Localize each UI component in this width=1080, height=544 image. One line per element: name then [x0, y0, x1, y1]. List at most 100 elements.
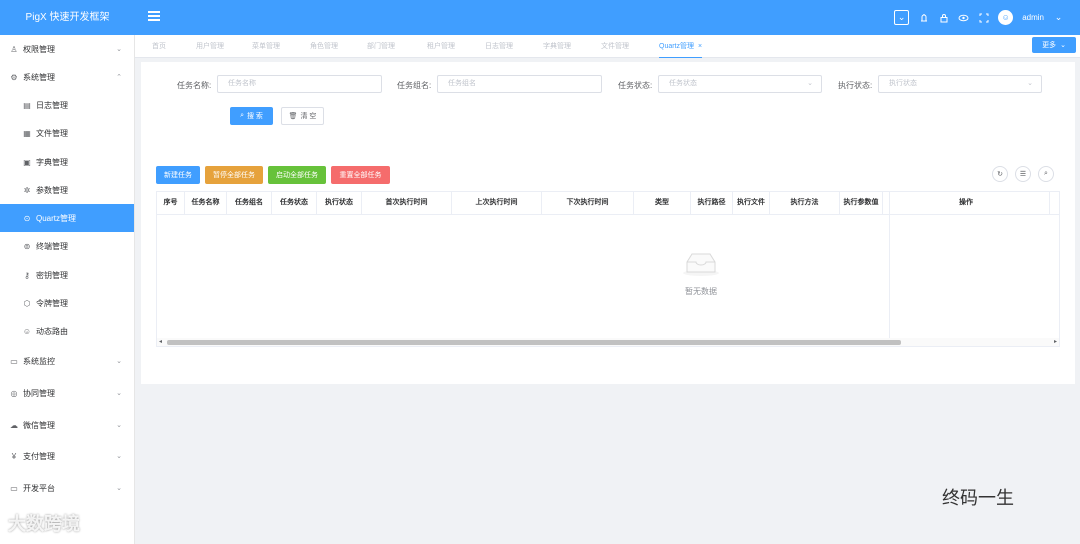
sidebar-item-label: 协同管理 [23, 388, 55, 398]
tab-label: 文件管理 [601, 43, 629, 50]
column-header[interactable]: 操作 [883, 192, 1050, 214]
columns-icon[interactable]: ☰ [1015, 166, 1031, 182]
tab-8[interactable]: 字典管理 [543, 35, 571, 58]
sidebar-item-15[interactable]: ¥ 支付管理 ⌄ [0, 442, 134, 470]
sidebar-item-5[interactable]: ▣ 字典管理 [0, 148, 134, 176]
chevron-down-icon: ⌄ [116, 46, 122, 53]
menu-toggle-icon[interactable] [148, 11, 160, 21]
fullscreen-icon[interactable] [978, 12, 989, 23]
start-all-button[interactable]: 启动全部任务 [268, 166, 326, 184]
chevron-down-icon: ⌄ [116, 453, 122, 460]
eye-icon[interactable] [958, 12, 969, 23]
new-job-button[interactable]: 新建任务 [156, 166, 200, 184]
tab-4[interactable]: 角色管理 [310, 35, 338, 58]
watermark-right: 终码一生 [942, 488, 1014, 508]
sidebar-item-13[interactable]: ◎ 协同管理 ⌄ [0, 379, 134, 407]
sidebar-item-11[interactable]: ☺ 动态路由 [0, 317, 134, 345]
chevron-down-icon: ⌄ [116, 422, 122, 429]
column-header[interactable]: 执行方法 [770, 192, 840, 214]
tab-label: 菜单管理 [252, 43, 280, 50]
column-header[interactable]: 执行参数值 [840, 192, 883, 214]
tab-1[interactable]: 首页 [152, 35, 166, 58]
sidebar-item-label: 微信管理 [23, 420, 55, 430]
job-status-select[interactable]: 任务状态 ⌄ [658, 75, 822, 93]
column-header[interactable]: 执行状态 [317, 192, 362, 214]
job-name-input[interactable]: 任务名称 [217, 75, 382, 93]
chevron-down-icon: ⌄ [116, 358, 122, 365]
sidebar-item-4[interactable]: ▦ 文件管理 [0, 119, 134, 147]
sidebar-item-label: 权限管理 [23, 44, 55, 54]
avatar[interactable]: ☺ [998, 10, 1014, 25]
sidebar-item-3[interactable]: ▤ 日志管理 [0, 91, 134, 119]
search-toggle-icon[interactable]: ⌕ [1038, 166, 1054, 182]
sidebar-item-9[interactable]: ⚷ 密钥管理 [0, 261, 134, 289]
tab-7[interactable]: 日志管理 [485, 35, 513, 58]
user-icon: ♙ [10, 44, 18, 54]
sidebar-item-16[interactable]: ▭ 开发平台 ⌄ [0, 474, 134, 502]
column-header[interactable]: 首次执行时间 [362, 192, 452, 214]
refresh-icon[interactable]: ↻ [992, 166, 1008, 182]
sidebar-item-2[interactable]: ⚙ 系统管理 ⌃ [0, 63, 134, 91]
sidebar-item-14[interactable]: ☁ 微信管理 ⌄ [0, 411, 134, 439]
clear-button-label: 清 空 [300, 113, 317, 120]
sidebar-item-label: 支付管理 [23, 451, 55, 461]
sidebar-item-12[interactable]: ▭ 系统监控 ⌄ [0, 347, 134, 375]
tab-6[interactable]: 租户管理 [427, 35, 455, 58]
job-group-input[interactable]: 任务组名 [437, 75, 602, 93]
lock-icon[interactable] [938, 12, 949, 23]
tab-label: 字典管理 [543, 43, 571, 50]
sidebar-item-10[interactable]: ⬡ 令牌管理 [0, 289, 134, 317]
column-header[interactable]: 执行文件 [733, 192, 770, 214]
close-icon[interactable]: × [698, 43, 702, 50]
sidebar-item-label: Quartz管理 [36, 213, 77, 223]
user-name[interactable]: admin [1022, 13, 1044, 22]
dropdown-toggle-icon[interactable]: ⌄ [894, 10, 910, 25]
clear-button[interactable]: 🗑 清 空 [281, 107, 324, 125]
search-button[interactable]: ⌕ 搜 索 [230, 107, 273, 125]
notification-icon[interactable] [918, 12, 929, 23]
tab-3[interactable]: 菜单管理 [252, 35, 280, 58]
sidebar-item-6[interactable]: ✲ 参数管理 [0, 176, 134, 204]
tab-9[interactable]: 文件管理 [601, 35, 629, 58]
column-header[interactable]: 任务组名 [227, 192, 272, 214]
pause-all-button[interactable]: 暂停全部任务 [205, 166, 263, 184]
tab-label: Quartz管理 [659, 43, 695, 50]
sidebar-item-label: 日志管理 [36, 100, 68, 110]
app-title[interactable]: PigX 快速开发框架 [0, 0, 135, 35]
tab-2[interactable]: 用户管理 [196, 35, 224, 58]
terminal-icon: ⊚ [23, 241, 31, 251]
sidebar-item-label: 字典管理 [36, 157, 68, 167]
sidebar-item-label: 令牌管理 [36, 298, 68, 308]
horizontal-scrollbar[interactable]: ◂ ▸ [157, 338, 1059, 346]
scroll-right-icon[interactable]: ▸ [1054, 338, 1057, 345]
column-header[interactable]: 下次执行时间 [542, 192, 634, 214]
column-header[interactable]: 任务名称 [185, 192, 227, 214]
sidebar-item-1[interactable]: ♙ 权限管理 ⌄ [0, 35, 134, 63]
top-header: PigX 快速开发框架 ⌄ ☺ admin ⌄ [0, 0, 1080, 35]
column-header[interactable]: 执行路径 [691, 192, 733, 214]
chevron-down-icon: ⌄ [1027, 80, 1033, 87]
tab-label: 首页 [152, 43, 166, 50]
exec-status-label: 执行状态: [838, 81, 873, 90]
sidebar-item-8[interactable]: ⊚ 终端管理 [0, 232, 134, 260]
empty-text: 暂无数据 [685, 287, 717, 296]
column-header[interactable]: 类型 [634, 192, 691, 214]
wechat-icon: ☁ [10, 420, 18, 430]
tab-5[interactable]: 部门管理 [367, 35, 395, 58]
chevron-down-icon[interactable]: ⌄ [1053, 12, 1064, 23]
tab-label: 角色管理 [310, 43, 338, 50]
scrollbar-thumb[interactable] [167, 340, 901, 345]
sidebar-item-label: 动态路由 [36, 326, 68, 336]
tab-10[interactable]: Quartz管理 × [659, 35, 703, 58]
sidebar-item-7[interactable]: ⊙ Quartz管理 [0, 204, 134, 232]
column-header[interactable]: 任务状态 [272, 192, 317, 214]
play-circle-icon: ⊙ [23, 213, 31, 223]
trash-icon: 🗑 [288, 113, 298, 120]
jobs-table: 暂无数据 ◂ ▸ 序号 任务名称 任务组名 任务状态 执行状态 首次执行时间 上次执行时间下… [156, 191, 1060, 347]
scroll-left-icon[interactable]: ◂ [159, 338, 162, 345]
exec-status-select[interactable]: 执行状态 ⌄ [878, 75, 1042, 93]
more-button[interactable]: 更多 ⌄ [1032, 37, 1076, 53]
column-header[interactable]: 序号 [157, 192, 185, 214]
column-header[interactable]: 上次执行时间 [452, 192, 542, 214]
reset-all-button[interactable]: 重置全部任务 [331, 166, 390, 184]
